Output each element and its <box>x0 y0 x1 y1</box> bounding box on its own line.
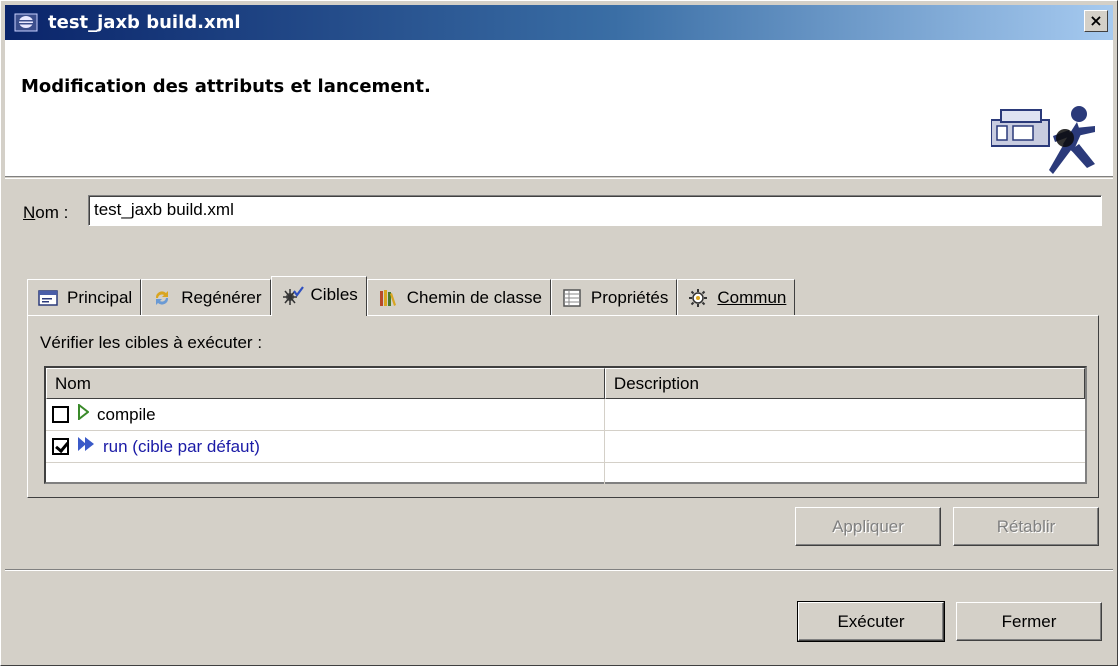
targets-icon <box>282 285 304 305</box>
target-description-cell <box>605 431 1085 462</box>
main-tab-icon <box>38 288 58 308</box>
window-title: test_jaxb build.xml <box>48 12 241 33</box>
target-name-cell: compile <box>46 399 605 430</box>
revert-button[interactable]: Rétablir <box>953 507 1099 546</box>
target-name-cell: run (cible par défaut) <box>46 431 605 462</box>
run-button[interactable]: Exécuter <box>797 601 945 642</box>
tab-bar: Principal Regénérer Cibles Chemin de cla… <box>27 276 796 316</box>
ant-target-icon <box>77 402 90 425</box>
title-bar[interactable]: test_jaxb build.xml × <box>5 5 1113 40</box>
header-banner: Modification des attributs et lancement. <box>5 40 1113 177</box>
tab-label: Commun <box>717 288 787 307</box>
table-row-empty <box>46 463 1085 495</box>
close-window-button[interactable]: × <box>1084 10 1108 32</box>
targets-instruction: Vérifier les cibles à exécuter : <box>40 333 263 352</box>
properties-icon <box>562 288 582 308</box>
banner-separator <box>5 178 1113 179</box>
dialog-window: test_jaxb build.xml × Modification des a… <box>0 0 1118 666</box>
eclipse-app-icon <box>14 12 40 34</box>
ant-runner-icon <box>990 104 1103 204</box>
tab-proprietes[interactable]: Propriétés <box>550 279 678 316</box>
refresh-icon <box>152 288 172 308</box>
target-checkbox[interactable] <box>52 406 69 423</box>
default-target-icon <box>77 436 95 457</box>
tab-label: Principal <box>67 288 133 307</box>
name-label: Nom : <box>23 203 69 222</box>
tab-regenerer[interactable]: Regénérer <box>141 279 271 316</box>
targets-table: Nom Description compile run (cible par d… <box>44 366 1087 495</box>
target-checkbox[interactable] <box>52 438 69 455</box>
tab-label: Regénérer <box>181 288 262 307</box>
column-header-description[interactable]: Description <box>604 368 1085 399</box>
table-row[interactable]: run (cible par défaut) <box>46 431 1085 463</box>
tab-chemin-de-classe[interactable]: Chemin de classe <box>366 279 551 316</box>
close-button[interactable]: Fermer <box>956 602 1102 641</box>
table-header: Nom Description <box>46 368 1085 399</box>
banner-title: Modification des attributs et lancement. <box>21 76 431 97</box>
target-description-cell <box>605 399 1085 430</box>
apply-button[interactable]: Appliquer <box>795 507 941 546</box>
table-row[interactable]: compile <box>46 399 1085 431</box>
tab-label: Cibles <box>310 285 358 304</box>
classpath-icon <box>378 288 398 308</box>
footer-separator <box>5 569 1113 571</box>
target-name: compile <box>97 404 156 424</box>
common-icon <box>688 288 708 308</box>
tab-commun[interactable]: Commun <box>677 279 796 316</box>
tab-label: Propriétés <box>590 288 669 307</box>
target-name: run (cible par défaut) <box>103 436 260 456</box>
name-input[interactable]: test_jaxb build.xml <box>88 195 1102 226</box>
tab-cibles[interactable]: Cibles <box>270 276 367 316</box>
tab-principal[interactable]: Principal <box>27 279 142 316</box>
targets-panel: Vérifier les cibles à exécuter : Nom Des… <box>27 315 1099 498</box>
column-header-name[interactable]: Nom <box>46 368 605 399</box>
tab-label: Chemin de classe <box>406 288 542 307</box>
